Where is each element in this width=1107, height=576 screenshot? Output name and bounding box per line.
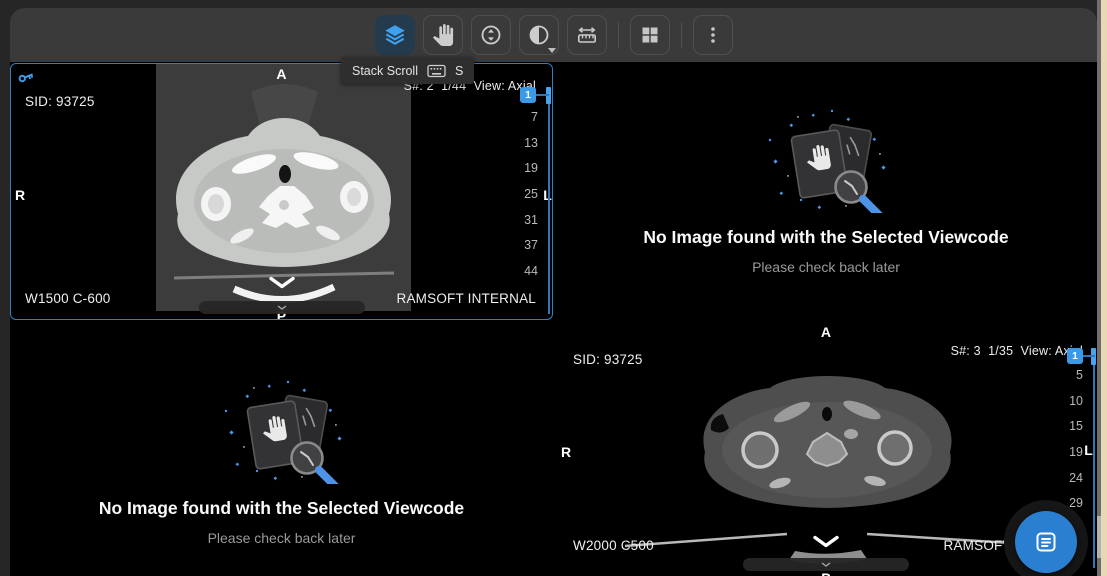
slice-number: 24 bbox=[1069, 466, 1083, 492]
window-edge bbox=[1101, 0, 1107, 576]
orientation-left: R bbox=[561, 444, 571, 460]
stack-scroll-button[interactable] bbox=[375, 15, 415, 55]
more-options-button[interactable] bbox=[693, 15, 733, 55]
slice-badge-connector bbox=[535, 94, 549, 96]
more-options-icon bbox=[701, 23, 725, 47]
layout-grid-icon bbox=[638, 23, 662, 47]
xray-cards-magnifier-illustration bbox=[217, 380, 347, 484]
slice-number: 15 bbox=[1069, 414, 1083, 440]
empty-state-subtitle: Please check back later bbox=[752, 259, 900, 275]
window-level-label: W1500 C-600 bbox=[25, 291, 111, 306]
tooltip-label: Stack Scroll bbox=[352, 64, 418, 78]
xray-cards-magnifier-illustration bbox=[761, 109, 891, 213]
pill-chevron-icon bbox=[821, 562, 831, 567]
orientation-right: L bbox=[1084, 442, 1093, 458]
bottom-scroll-pill[interactable] bbox=[743, 558, 909, 571]
current-slice-badge[interactable]: 1 bbox=[1067, 348, 1083, 364]
slice-number: 10 bbox=[1069, 389, 1083, 415]
measure-ruler-icon bbox=[575, 23, 599, 47]
scroll-down-chevron-icon[interactable] bbox=[812, 535, 840, 548]
pacs-viewer-window: { "toolbar": { "tools": [ {"name": "stac… bbox=[0, 0, 1107, 576]
viewport-top-right[interactable]: No Image found with the Selected Viewcod… bbox=[555, 63, 1097, 320]
slice-number-column: 7131925313744 bbox=[524, 105, 538, 285]
toolbar-divider bbox=[681, 22, 682, 48]
slice-number: 37 bbox=[524, 233, 538, 259]
slice-number: 5 bbox=[1076, 363, 1083, 389]
slice-number: 25 bbox=[524, 182, 538, 208]
stack-scroll-icon bbox=[382, 22, 408, 48]
scroll-updown-button[interactable] bbox=[471, 15, 511, 55]
toolbar bbox=[10, 8, 1097, 62]
window-level-label: W2000 C500 bbox=[573, 538, 654, 553]
keyboard-icon bbox=[427, 64, 446, 78]
sid-label: SID: 93725 bbox=[25, 94, 95, 109]
pan-button[interactable] bbox=[423, 15, 463, 55]
institution-label: RAMSOFT INTERNAL bbox=[397, 291, 536, 306]
tooltip-shortcut: S bbox=[455, 64, 463, 78]
orientation-top: A bbox=[821, 324, 831, 340]
viewport-bottom-left[interactable]: No Image found with the Selected Viewcod… bbox=[10, 322, 553, 576]
bottom-scroll-pill[interactable] bbox=[199, 301, 365, 314]
empty-state: No Image found with the Selected Viewcod… bbox=[555, 63, 1097, 320]
stack-scroll-tooltip: Stack Scroll S bbox=[341, 57, 474, 84]
scroll-updown-icon bbox=[479, 23, 503, 47]
measure-button[interactable] bbox=[567, 15, 607, 55]
slice-scrollbar-track[interactable] bbox=[1093, 348, 1095, 568]
window-level-dropdown-caret[interactable] bbox=[548, 48, 556, 53]
viewer-app: Stack Scroll S bbox=[10, 8, 1097, 576]
empty-state-title: No Image found with the Selected Viewcod… bbox=[99, 498, 464, 519]
slice-number: 29 bbox=[1069, 491, 1083, 517]
pill-chevron-icon bbox=[277, 305, 287, 310]
slice-number: 13 bbox=[524, 131, 538, 157]
layout-button[interactable] bbox=[630, 15, 670, 55]
window-level-button[interactable] bbox=[519, 15, 559, 55]
slice-number: 31 bbox=[524, 208, 538, 234]
empty-state-title: No Image found with the Selected Viewcod… bbox=[643, 227, 1008, 248]
window-level-icon bbox=[527, 23, 551, 47]
slice-number: 7 bbox=[531, 105, 538, 131]
slice-number-column: 51015192429 bbox=[1069, 363, 1083, 517]
orientation-top: A bbox=[276, 66, 286, 82]
slice-number: 44 bbox=[524, 259, 538, 285]
viewport-top-left[interactable]: SID: 93725 A R L S#: 2 1/44 View: Axial … bbox=[10, 63, 553, 320]
report-icon bbox=[1034, 530, 1058, 554]
scroll-down-chevron-icon[interactable] bbox=[268, 276, 296, 289]
slice-number: 19 bbox=[524, 156, 538, 182]
empty-state-subtitle: Please check back later bbox=[208, 530, 356, 546]
current-slice-badge[interactable]: 1 bbox=[520, 87, 536, 103]
slice-number: 19 bbox=[1069, 440, 1083, 466]
key-icon bbox=[17, 68, 35, 86]
ct-image-axial-neck bbox=[156, 64, 411, 311]
pan-hand-icon bbox=[432, 24, 454, 46]
empty-state: No Image found with the Selected Viewcod… bbox=[10, 322, 553, 576]
sid-label: SID: 93725 bbox=[573, 352, 643, 367]
slice-scrollbar-track[interactable] bbox=[548, 87, 550, 314]
orientation-left: R bbox=[15, 187, 25, 203]
toolbar-divider bbox=[618, 22, 619, 48]
series-info: S#: 3 1/35 View: Axial bbox=[951, 344, 1083, 358]
slice-badge-connector bbox=[1082, 355, 1095, 357]
report-fab-button[interactable] bbox=[1015, 511, 1077, 573]
